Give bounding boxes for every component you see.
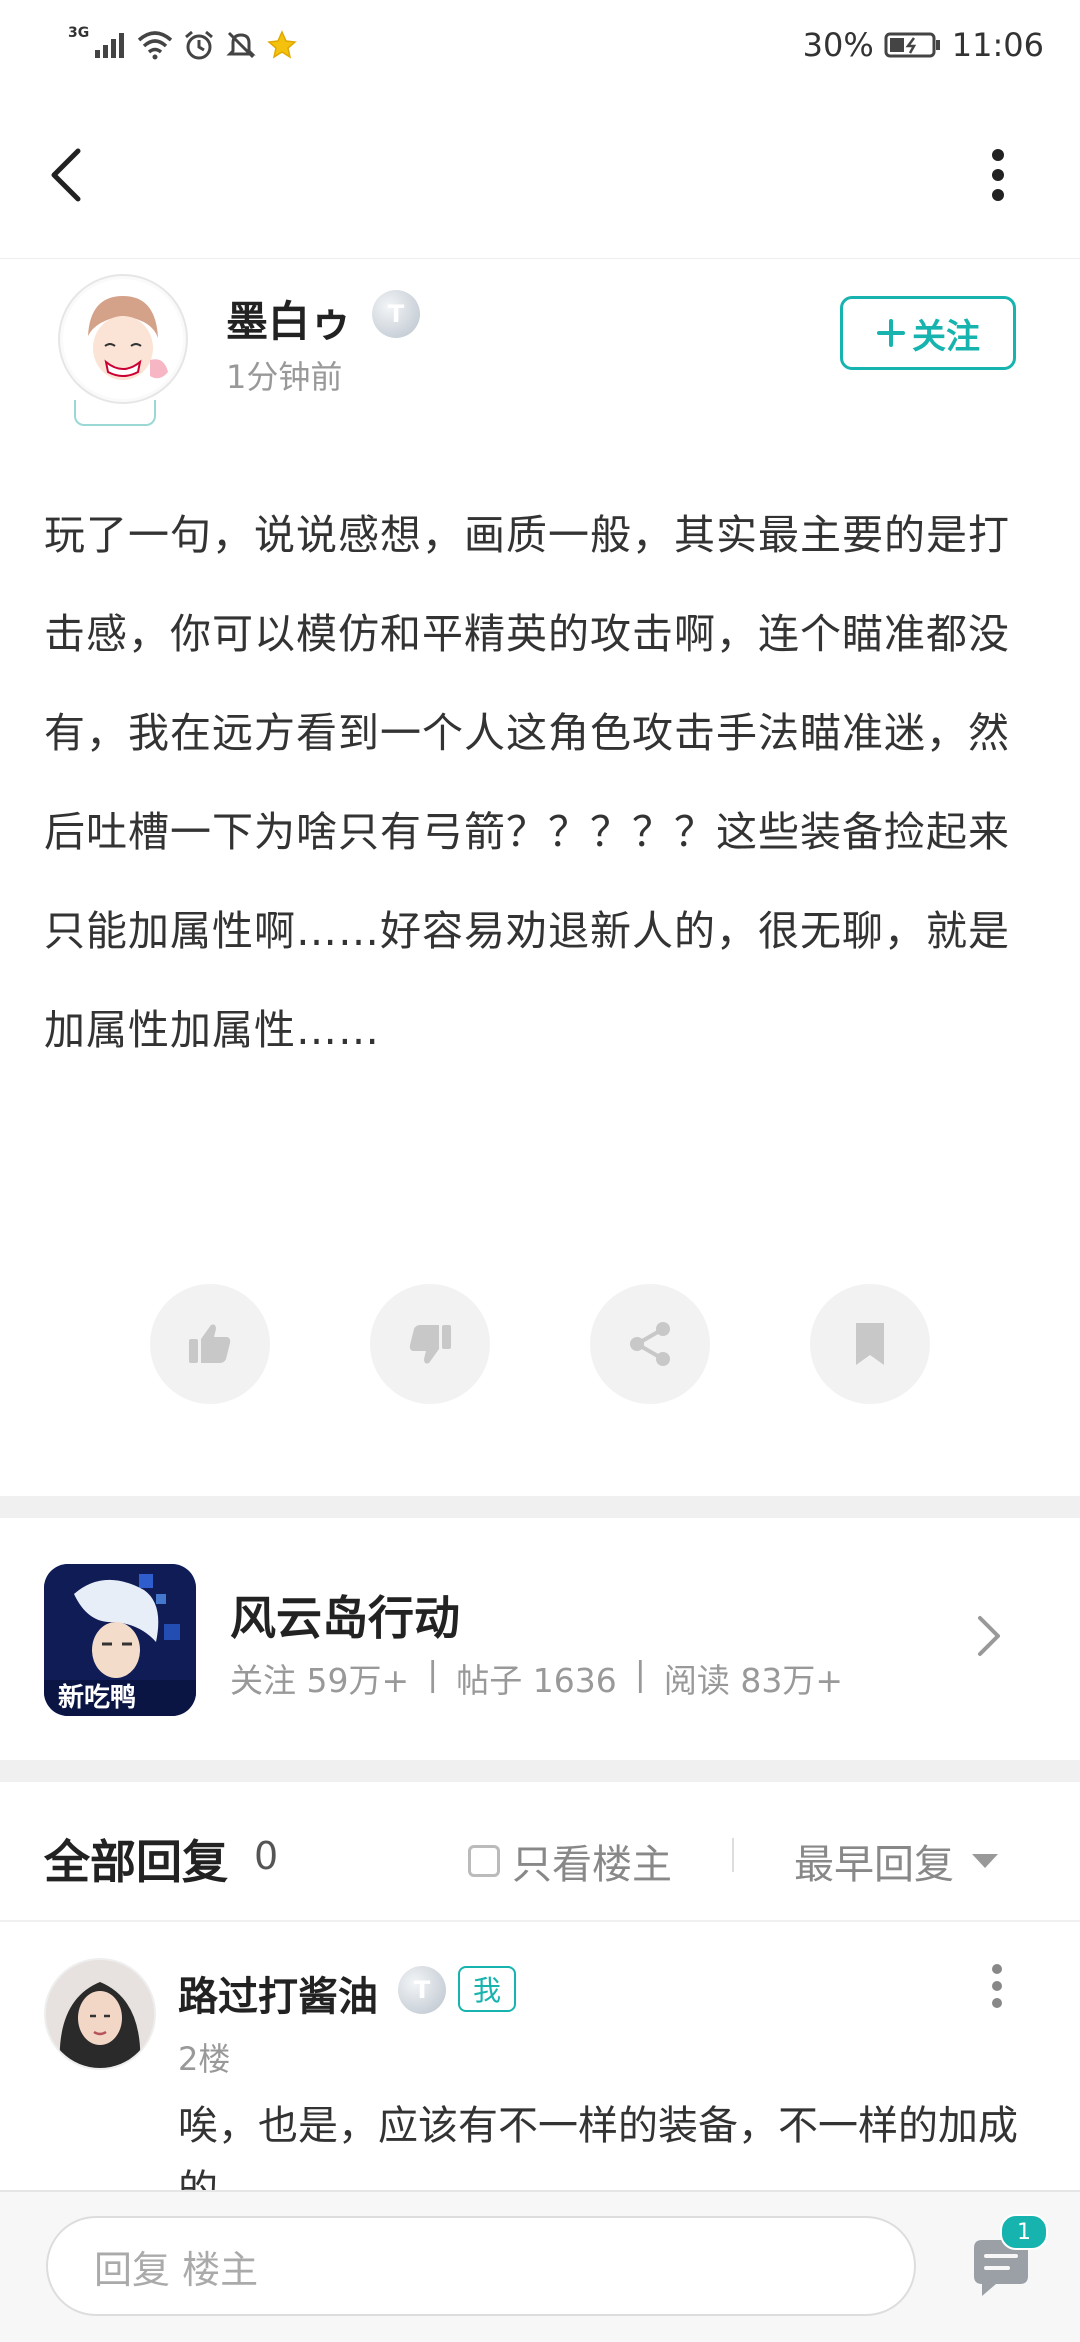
battery-icon <box>884 32 940 58</box>
comments-count-badge: 1 <box>1000 2214 1048 2250</box>
bookmark-icon <box>856 1323 884 1365</box>
stat-divider: | <box>634 1654 646 1693</box>
post-body: 玩了一句，说说感想，画质一般，其实最主要的是打击感，你可以模仿和平精英的攻击啊，… <box>44 511 1010 1054</box>
thumbs-up-icon <box>189 1324 231 1363</box>
chevron-left-icon <box>51 148 81 202</box>
reply-input-placeholder: 回复 楼主 <box>94 2247 259 2292</box>
follow-label: 关注 <box>912 316 980 357</box>
sort-label: 最早回复 <box>794 1842 954 1888</box>
reply-input[interactable]: 回复 楼主 <box>46 2216 916 2316</box>
caret-down-icon <box>972 1854 998 1868</box>
more-vertical-icon <box>992 149 1004 201</box>
status-left-icons: 3G <box>68 22 298 68</box>
game-title[interactable]: 风云岛行动 <box>230 1582 460 1648</box>
share-icon <box>630 1322 670 1366</box>
reply-level-text: T <box>413 1976 431 2004</box>
more-button[interactable] <box>968 140 1028 210</box>
more-vertical-icon <box>992 1964 1002 2008</box>
header-divider <box>732 1838 734 1872</box>
bookmark-button[interactable] <box>810 1284 930 1404</box>
follow-button[interactable]: 关注 <box>840 296 1016 370</box>
mute-icon <box>226 31 256 59</box>
back-button[interactable] <box>36 140 96 210</box>
game-art-image: 新吃鸭 <box>44 1564 196 1716</box>
status-bar: 3G 30% 11:06 <box>0 0 1080 90</box>
wifi-icon <box>138 31 173 60</box>
op-only-toggle[interactable]: 只看楼主 <box>468 1832 672 1890</box>
reply-avatar[interactable] <box>44 1958 156 2070</box>
divider <box>0 1920 1080 1922</box>
battery-percent: 30% <box>802 26 874 64</box>
network-type-label: 3G <box>68 25 90 41</box>
game-icon-text: 新吃鸭 <box>58 1682 136 1713</box>
plus-icon <box>877 319 905 347</box>
status-right: 30% 11:06 <box>803 22 1044 68</box>
reply-floor: 2楼 <box>178 2040 231 2078</box>
signal-icon <box>95 33 125 58</box>
post-time: 1分钟前 <box>226 358 343 396</box>
post-actions <box>150 1284 930 1404</box>
game-follow-stat: 关注 59万+ <box>230 1661 410 1700</box>
reply-level-badge: T <box>398 1966 446 2014</box>
game-reads-stat: 阅读 83万+ <box>663 1661 844 1700</box>
avatar-frame-badge <box>74 400 156 426</box>
game-icon[interactable]: 新吃鸭 <box>44 1564 196 1716</box>
top-nav <box>0 90 1080 259</box>
sort-dropdown[interactable]: 最早回复 <box>794 1832 1000 1890</box>
author-avatar[interactable] <box>58 274 188 404</box>
author-level-text: T <box>387 300 405 328</box>
me-tag: 我 <box>458 1966 516 2012</box>
stat-divider: | <box>427 1654 439 1693</box>
reply-text: 唉，也是，应该有不一样的装备，不一样的加成的。 <box>178 2103 1018 2194</box>
avatar-illustration <box>63 279 183 399</box>
replies-title: 全部回复 <box>44 1835 228 1889</box>
author-level-badge: T <box>372 290 420 338</box>
dislike-button[interactable] <box>370 1284 490 1404</box>
op-only-label: 只看楼主 <box>512 1842 672 1888</box>
section-separator <box>0 1760 1080 1782</box>
share-button[interactable] <box>590 1284 710 1404</box>
chevron-right-icon <box>978 1616 1000 1656</box>
author-name[interactable]: 墨白ゥ <box>226 288 352 349</box>
thumbs-down-icon <box>409 1325 451 1364</box>
like-button[interactable] <box>150 1284 270 1404</box>
reply-more-button[interactable] <box>990 1962 1004 2014</box>
op-only-checkbox[interactable] <box>468 1845 500 1877</box>
game-posts-stat: 帖子 1636 <box>456 1661 617 1700</box>
alarm-icon <box>185 30 214 60</box>
game-stats: 关注 59万+ | 帖子 1636 | 阅读 83万+ <box>230 1654 843 1702</box>
reply-author-name[interactable]: 路过打酱油 <box>178 1964 378 2022</box>
clock: 11:06 <box>951 26 1044 64</box>
star-icon <box>267 30 298 59</box>
replies-count: 0 <box>254 1834 279 1878</box>
section-separator <box>0 1496 1080 1518</box>
reply-avatar-image <box>46 1960 154 2068</box>
bottom-bar: 回复 楼主 1 <box>0 2190 1080 2342</box>
game-card-open[interactable] <box>976 1614 1002 1662</box>
